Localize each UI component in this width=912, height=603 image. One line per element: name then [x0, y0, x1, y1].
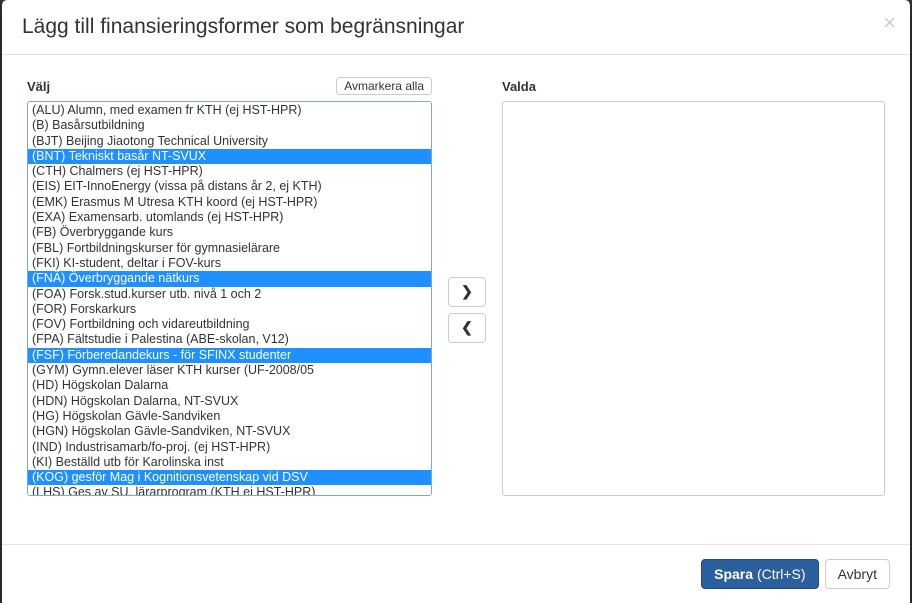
modal-body: Välj Avmarkera alla (ALU) Alumn, med exa… — [2, 55, 910, 544]
save-button-shortcut: (Ctrl+S) — [757, 566, 806, 582]
deselect-all-button[interactable]: Avmarkera alla — [336, 77, 432, 95]
available-column: Välj Avmarkera alla (ALU) Alumn, med exa… — [27, 75, 432, 544]
list-item[interactable]: (FNÄ) Överbryggande nätkurs — [28, 271, 431, 286]
available-header: Välj Avmarkera alla — [27, 75, 432, 97]
move-left-button[interactable]: ❮ — [448, 313, 486, 343]
list-item[interactable]: (BNT) Tekniskt basår NT-SVUX — [28, 149, 431, 164]
list-item[interactable]: (FKI) KI-student, deltar i FOV-kurs — [28, 256, 431, 271]
available-listbox[interactable]: (ALU) Alumn, med examen fr KTH (ej HST-H… — [27, 101, 432, 496]
list-item[interactable]: (FSF) Förberedandekurs - för SFINX stude… — [28, 348, 431, 363]
list-item[interactable]: (FOV) Fortbildning och vidareutbildning — [28, 317, 431, 332]
chevron-right-icon: ❯ — [461, 283, 473, 300]
list-item[interactable]: (HDN) Högskolan Dalarna, NT-SVUX — [28, 394, 431, 409]
selected-header: Valda — [502, 75, 885, 97]
modal-header: Lägg till finansieringsformer som begrän… — [2, 0, 910, 55]
move-right-button[interactable]: ❯ — [448, 277, 486, 307]
list-item[interactable]: (HD) Högskolan Dalarna — [28, 378, 431, 393]
list-item[interactable]: (HG) Högskolan Gävle-Sandviken — [28, 409, 431, 424]
selected-label: Valda — [502, 79, 536, 94]
list-item[interactable]: (KI) Beställd utb för Karolinska inst — [28, 455, 431, 470]
selected-listbox[interactable] — [502, 101, 885, 496]
selected-column: Valda — [502, 75, 885, 544]
cancel-button[interactable]: Avbryt — [825, 559, 890, 589]
list-item[interactable]: (GYM) Gymn.elever läser KTH kurser (UF-2… — [28, 363, 431, 378]
list-item[interactable]: (ALU) Alumn, med examen fr KTH (ej HST-H… — [28, 103, 431, 118]
list-item[interactable]: (LHS) Ges av SU, lärarprogram (KTH ej HS… — [28, 485, 431, 496]
list-item[interactable]: (EXA) Examensarb. utomlands (ej HST-HPR) — [28, 210, 431, 225]
save-button[interactable]: Spara (Ctrl+S) — [701, 559, 818, 589]
modal-title: Lägg till finansieringsformer som begrän… — [22, 15, 890, 39]
list-item[interactable]: (EIS) EIT-InnoEnergy (vissa på distans å… — [28, 179, 431, 194]
chevron-left-icon: ❮ — [461, 319, 473, 336]
list-item[interactable]: (IND) Industrisamarb/fo-proj. (ej HST-HP… — [28, 440, 431, 455]
list-item[interactable]: (EMK) Erasmus M Utresa KTH koord (ej HST… — [28, 195, 431, 210]
list-item[interactable]: (CTH) Chalmers (ej HST-HPR) — [28, 164, 431, 179]
list-item[interactable]: (BJT) Beijing Jiaotong Technical Univers… — [28, 134, 431, 149]
save-button-label: Spara — [714, 566, 753, 582]
available-label: Välj — [27, 79, 50, 94]
list-item[interactable]: (FB) Överbryggande kurs — [28, 225, 431, 240]
list-item[interactable]: (FOR) Forskarkurs — [28, 302, 431, 317]
list-item[interactable]: (HGN) Högskolan Gävle-Sandviken, NT-SVUX — [28, 424, 431, 439]
modal-dialog: Lägg till finansieringsformer som begrän… — [2, 0, 910, 603]
list-item[interactable]: (B) Basårsutbildning — [28, 118, 431, 133]
list-item[interactable]: (FBL) Fortbildningskurser för gymnasielä… — [28, 241, 431, 256]
close-button[interactable]: × — [883, 10, 896, 36]
list-item[interactable]: (FPA) Fältstudie i Palestina (ABE-skolan… — [28, 332, 431, 347]
list-item[interactable]: (KOG) gesför Mag i Kognitionsvetenskap v… — [28, 470, 431, 485]
modal-footer: Spara (Ctrl+S) Avbryt — [2, 544, 910, 603]
list-item[interactable]: (FOA) Forsk.stud.kurser utb. nivå 1 och … — [28, 287, 431, 302]
transfer-buttons: ❯ ❮ — [442, 75, 492, 544]
